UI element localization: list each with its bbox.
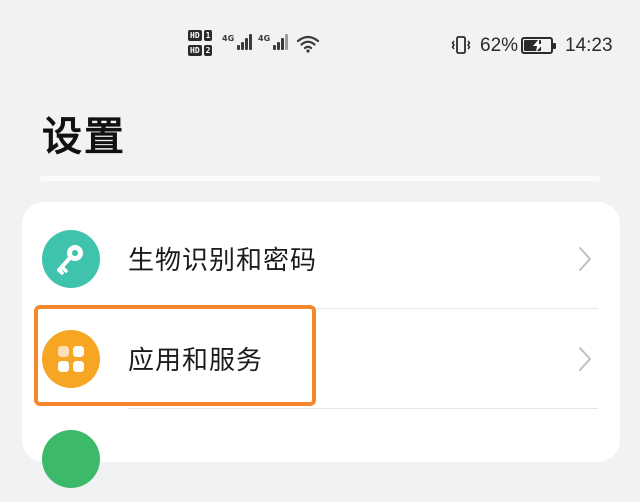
status-clock: 14:23: [565, 35, 613, 56]
sim1-network-type: 4G: [222, 34, 235, 43]
sim2-number: 2: [203, 45, 213, 56]
vibrate-icon: [451, 36, 471, 54]
wifi-icon: [296, 35, 320, 53]
dual-sim-indicator: HD 1 HD 2: [188, 30, 213, 60]
search-bar[interactable]: [40, 176, 600, 181]
sim1-signal-icon: 4G: [222, 34, 253, 50]
settings-item-icon: [42, 430, 100, 488]
sim2-hd-label: HD: [188, 45, 202, 56]
charging-bolt-icon: [533, 39, 543, 52]
chevron-right-icon: [579, 347, 591, 371]
highlight-box: [34, 305, 316, 406]
battery-charging-icon: [521, 37, 556, 54]
settings-item-biometrics-password[interactable]: 生物识别和密码: [22, 202, 620, 302]
settings-item-next[interactable]: [22, 402, 620, 502]
chevron-right-icon: [579, 247, 591, 271]
sim2-network-type: 4G: [258, 34, 271, 43]
settings-item-label: 生物识别和密码: [128, 246, 318, 276]
sim1-number: 1: [203, 30, 213, 41]
sim2-hd-indicator: HD 2: [188, 45, 213, 56]
sim1-hd-label: HD: [188, 30, 202, 41]
page-title: 设置: [42, 114, 126, 160]
key-icon: [42, 230, 100, 288]
status-bar: HD 1 HD 2 4G 4G 62% 14:23: [0, 0, 640, 90]
sim1-hd-indicator: HD 1: [188, 30, 213, 41]
battery-percentage: 62%: [480, 35, 519, 56]
sim2-signal-icon: 4G: [258, 34, 289, 50]
